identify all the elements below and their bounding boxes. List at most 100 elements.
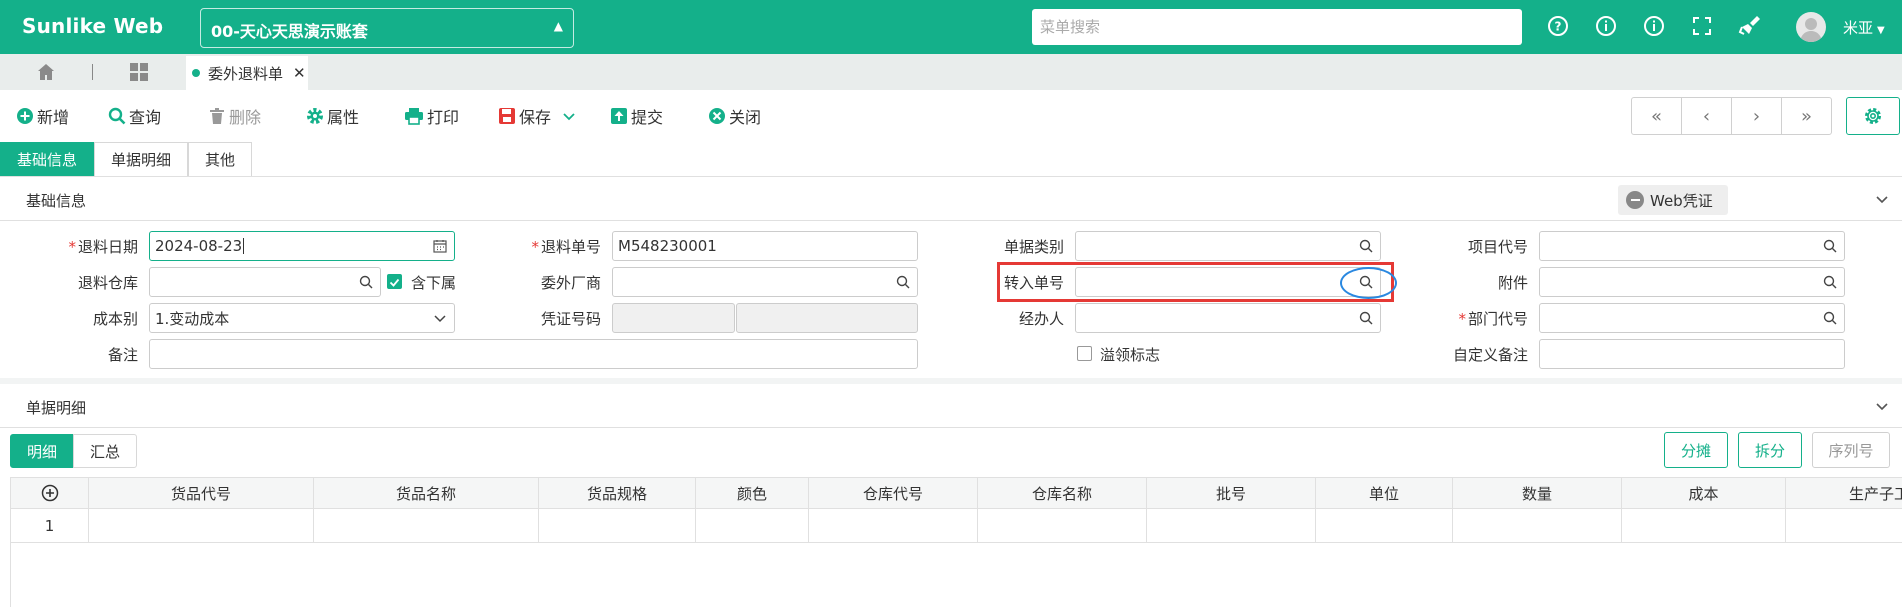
cell[interactable]	[1147, 509, 1316, 542]
col-color[interactable]: 颜色	[696, 478, 809, 508]
tab-strip: 委外退料单 ✕	[0, 54, 1902, 90]
col-item-name[interactable]: 货品名称	[314, 478, 539, 508]
col-sub-process[interactable]: 生产子工	[1786, 478, 1902, 508]
highlight-box	[997, 262, 1394, 302]
settings-button[interactable]	[1846, 97, 1900, 135]
basic-info-header[interactable]: 基础信息 Web凭证	[0, 177, 1902, 221]
submit-button[interactable]: 提交	[610, 104, 663, 128]
cell[interactable]	[1453, 509, 1622, 542]
cell[interactable]	[809, 509, 978, 542]
cell[interactable]	[314, 509, 539, 542]
chevron-down-icon[interactable]	[1874, 398, 1890, 418]
tab-outsource-return[interactable]: 委外退料单 ✕	[186, 56, 308, 90]
chevron-down-icon[interactable]	[1874, 191, 1890, 211]
save-dropdown-button[interactable]	[562, 104, 579, 128]
cell[interactable]	[696, 509, 809, 542]
col-item-spec[interactable]: 货品规格	[539, 478, 696, 508]
prev-record-button[interactable]: ‹	[1681, 97, 1732, 135]
split-button[interactable]: 拆分	[1738, 432, 1802, 468]
properties-button[interactable]: 属性	[306, 104, 359, 128]
gear-icon	[1865, 108, 1881, 124]
tab-doc-detail[interactable]: 单据明细	[94, 142, 189, 176]
next-record-button[interactable]: ›	[1731, 97, 1782, 135]
tab-detail[interactable]: 明细	[10, 434, 75, 468]
cell[interactable]	[539, 509, 696, 542]
col-item-code[interactable]: 货品代号	[89, 478, 314, 508]
calendar-icon[interactable]	[433, 239, 447, 257]
fullscreen-icon[interactable]	[1690, 14, 1714, 38]
info-icon[interactable]	[1642, 14, 1666, 38]
cost-type-select[interactable]: 1.变动成本	[149, 303, 455, 333]
col-warehouse-name[interactable]: 仓库名称	[978, 478, 1147, 508]
table-row[interactable]: 1	[11, 509, 1902, 543]
col-cost[interactable]: 成本	[1622, 478, 1786, 508]
custom-remark-field[interactable]	[1539, 339, 1845, 369]
dept-code-field[interactable]	[1539, 303, 1845, 333]
search-icon[interactable]	[359, 275, 373, 293]
allocate-button[interactable]: 分摊	[1664, 432, 1728, 468]
search-icon[interactable]	[1823, 239, 1837, 257]
search-icon[interactable]	[1823, 275, 1837, 293]
project-code-field[interactable]	[1539, 231, 1845, 261]
gear-icon	[307, 108, 323, 124]
return-date-field[interactable]: 2024-08-23	[149, 231, 455, 261]
add-button[interactable]: 新增	[16, 104, 69, 128]
search-icon[interactable]	[1823, 311, 1837, 329]
delete-button[interactable]: 删除	[208, 104, 261, 128]
overdraw-flag-checkbox[interactable]	[1077, 346, 1092, 361]
tab-other[interactable]: 其他	[188, 142, 253, 176]
search-icon[interactable]	[1359, 239, 1373, 257]
col-batch-no[interactable]: 批号	[1147, 478, 1316, 508]
row-number: 1	[11, 509, 89, 542]
search-icon[interactable]	[896, 275, 910, 293]
vendor-field[interactable]	[612, 267, 918, 297]
vendor-label: 委外厂商	[540, 274, 601, 292]
detail-header[interactable]: 单据明细	[0, 384, 1902, 428]
menu-search-input[interactable]	[1032, 9, 1522, 45]
save-button[interactable]: 保存	[498, 104, 551, 128]
search-icon[interactable]	[1359, 311, 1373, 329]
grid-header: 货品代号 货品名称 货品规格 颜色 仓库代号 仓库名称 批号 单位 数量 成本 …	[11, 477, 1902, 509]
attachment-field[interactable]	[1539, 267, 1845, 297]
doc-type-label: 单据类别	[1003, 238, 1064, 256]
close-icon[interactable]: ✕	[293, 64, 306, 82]
active-dot-icon	[192, 69, 200, 77]
apps-tab[interactable]	[93, 54, 185, 90]
remark-field[interactable]	[149, 339, 918, 369]
broom-icon[interactable]	[1738, 14, 1762, 38]
grid-icon	[130, 63, 148, 81]
cell[interactable]	[1316, 509, 1453, 542]
col-warehouse-code[interactable]: 仓库代号	[809, 478, 978, 508]
warehouse-field[interactable]	[149, 267, 381, 297]
account-selector[interactable]: 00-天心天思演示账套 ▲	[200, 8, 574, 48]
serial-number-button[interactable]: 序列号	[1812, 432, 1890, 468]
close-button[interactable]: 关闭	[708, 104, 761, 128]
user-menu[interactable]: 米亚 ▼	[1843, 17, 1885, 38]
print-button[interactable]: 打印	[404, 104, 459, 128]
web-voucher-button[interactable]: Web凭证	[1618, 185, 1728, 215]
info-icon[interactable]	[1594, 14, 1618, 38]
tab-basic-info[interactable]: 基础信息	[0, 142, 95, 176]
col-unit[interactable]: 单位	[1316, 478, 1453, 508]
home-tab[interactable]	[0, 54, 92, 90]
help-circle-icon[interactable]: ?	[1546, 14, 1570, 38]
add-row-icon[interactable]	[11, 478, 89, 508]
voucher-no-field-2	[736, 303, 918, 333]
query-button[interactable]: 查询	[108, 104, 161, 128]
include-sub-checkbox[interactable]	[387, 274, 402, 289]
search-icon	[108, 107, 126, 125]
last-record-button[interactable]: »	[1781, 97, 1832, 135]
cell[interactable]	[978, 509, 1147, 542]
cell[interactable]	[1786, 509, 1902, 542]
close-circle-icon	[709, 108, 725, 124]
cell[interactable]	[89, 509, 314, 542]
return-no-field[interactable]: M548230001	[612, 231, 918, 261]
col-quantity[interactable]: 数量	[1453, 478, 1622, 508]
user-avatar[interactable]	[1796, 12, 1826, 42]
cell[interactable]	[1622, 509, 1786, 542]
project-code-label: 项目代号	[1467, 238, 1528, 256]
doc-type-field[interactable]	[1075, 231, 1381, 261]
first-record-button[interactable]: «	[1631, 97, 1682, 135]
handler-field[interactable]	[1075, 303, 1381, 333]
tab-summary[interactable]: 汇总	[73, 434, 138, 468]
